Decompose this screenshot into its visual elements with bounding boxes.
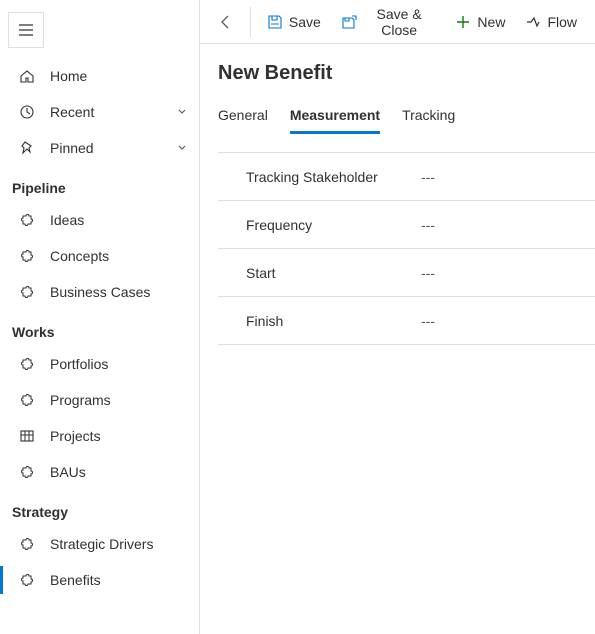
field-row-tracking-stakeholder[interactable]: Tracking Stakeholder--- <box>218 153 595 201</box>
nav-label: Programs <box>50 392 189 408</box>
chevron-down-icon <box>175 105 189 119</box>
nav-label: Benefits <box>50 572 189 588</box>
main-area: Save Save & Close New Flow New Benefit G… <box>200 0 595 634</box>
hamburger-button[interactable] <box>8 12 44 48</box>
nav-label: Recent <box>50 104 175 120</box>
save-close-button[interactable]: Save & Close <box>331 0 446 44</box>
field-label: Finish <box>246 313 421 329</box>
content-area: New Benefit General Measurement Tracking T… <box>200 44 595 634</box>
field-label: Tracking Stakeholder <box>246 169 421 185</box>
puzzle-icon <box>18 283 36 301</box>
puzzle-icon <box>18 463 36 481</box>
nav-item-recent[interactable]: Recent <box>0 94 199 130</box>
nav-label: Portfolios <box>50 356 189 372</box>
puzzle-icon <box>18 247 36 265</box>
field-value: --- <box>421 217 435 233</box>
chevron-down-icon <box>175 141 189 155</box>
nav-label: Pinned <box>50 140 175 156</box>
save-close-icon <box>341 14 357 30</box>
sidebar: Home Recent Pinned Pipeline Ideas Concepts Bu… <box>0 0 200 634</box>
nav-label: Ideas <box>50 212 189 228</box>
puzzle-icon <box>18 535 36 553</box>
nav-item-projects[interactable]: Projects <box>0 418 199 454</box>
tabs: General Measurement Tracking <box>218 101 595 134</box>
field-value: --- <box>421 265 435 281</box>
nav-item-ideas[interactable]: Ideas <box>0 202 199 238</box>
flow-icon <box>525 14 541 30</box>
nav-item-business-cases[interactable]: Business Cases <box>0 274 199 310</box>
field-row-start[interactable]: Start--- <box>218 249 595 297</box>
nav-item-concepts[interactable]: Concepts <box>0 238 199 274</box>
puzzle-icon <box>18 211 36 229</box>
nav-item-pinned[interactable]: Pinned <box>0 130 199 166</box>
nav-label: Business Cases <box>50 284 189 300</box>
form-section: Tracking Stakeholder---Frequency---Start… <box>218 152 595 345</box>
nav-label: Home <box>50 68 189 84</box>
field-value: --- <box>421 313 435 329</box>
flow-button[interactable]: Flow <box>515 8 587 36</box>
nav-item-benefits[interactable]: Benefits <box>0 562 199 598</box>
save-close-label: Save & Close <box>363 6 436 38</box>
field-label: Frequency <box>246 217 421 233</box>
field-value: --- <box>421 169 435 185</box>
save-icon <box>267 14 283 30</box>
arrow-left-icon <box>218 14 234 30</box>
puzzle-icon <box>18 571 36 589</box>
nav-label: Strategic Drivers <box>50 536 189 552</box>
tab-tracking[interactable]: Tracking <box>402 101 455 134</box>
new-label: New <box>477 14 505 30</box>
nav-label: Concepts <box>50 248 189 264</box>
nav-item-programs[interactable]: Programs <box>0 382 199 418</box>
puzzle-icon <box>18 355 36 373</box>
new-button[interactable]: New <box>445 8 515 36</box>
nav-section-pipeline: Pipeline <box>0 166 199 202</box>
page-title: New Benefit <box>218 62 595 85</box>
flow-label: Flow <box>547 14 577 30</box>
field-row-frequency[interactable]: Frequency--- <box>218 201 595 249</box>
nav-label: Projects <box>50 428 189 444</box>
field-label: Start <box>246 265 421 281</box>
nav-section-works: Works <box>0 310 199 346</box>
separator <box>250 7 251 37</box>
home-icon <box>18 67 36 85</box>
puzzle-icon <box>18 391 36 409</box>
back-button[interactable] <box>208 8 244 36</box>
nav-item-strategic-drivers[interactable]: Strategic Drivers <box>0 526 199 562</box>
grid-icon <box>18 427 36 445</box>
pin-icon <box>18 139 36 157</box>
tab-general[interactable]: General <box>218 101 268 134</box>
nav-item-portfolios[interactable]: Portfolios <box>0 346 199 382</box>
nav-label: BAUs <box>50 464 189 480</box>
clock-icon <box>18 103 36 121</box>
field-row-finish[interactable]: Finish--- <box>218 297 595 345</box>
command-bar: Save Save & Close New Flow <box>200 0 595 44</box>
nav-section-strategy: Strategy <box>0 490 199 526</box>
nav-item-home[interactable]: Home <box>0 58 199 94</box>
save-label: Save <box>289 14 321 30</box>
hamburger-icon <box>18 22 34 38</box>
save-button[interactable]: Save <box>257 8 331 36</box>
plus-icon <box>455 14 471 30</box>
nav-item-baus[interactable]: BAUs <box>0 454 199 490</box>
tab-measurement[interactable]: Measurement <box>290 101 380 134</box>
